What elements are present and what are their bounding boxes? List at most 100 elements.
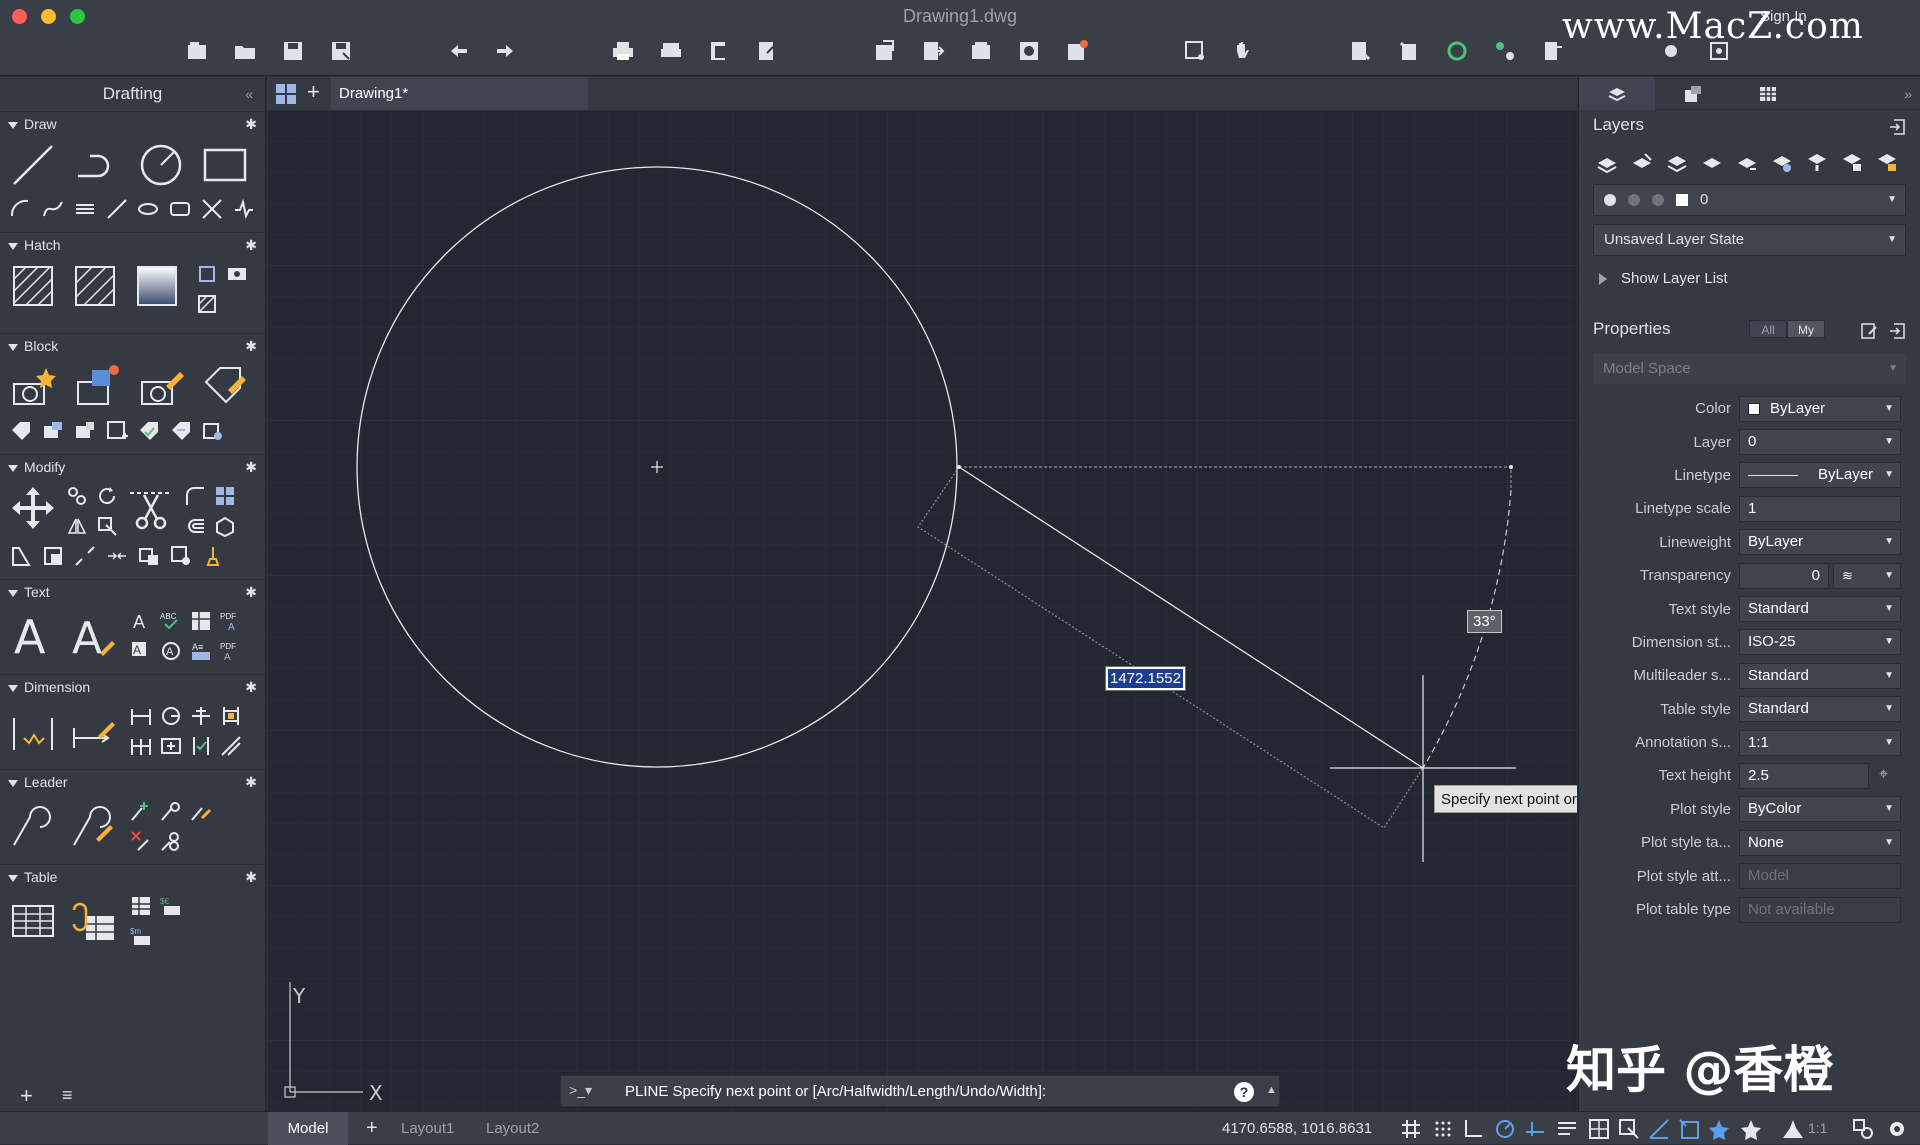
edit-polyline-icon[interactable]: [168, 543, 194, 569]
gradient-tool-icon[interactable]: [132, 261, 182, 311]
mirror-tool-icon[interactable]: [64, 513, 90, 539]
edit-block-icon[interactable]: [136, 362, 186, 412]
gear-icon[interactable]: ✱: [245, 865, 257, 889]
rectangle-tool-icon[interactable]: [200, 140, 250, 190]
data-link-icon[interactable]: [68, 896, 118, 946]
edit-properties-icon[interactable]: [1860, 320, 1878, 339]
make-current-layer-icon[interactable]: [1628, 150, 1656, 174]
lineweight-toggle-icon[interactable]: [1556, 1118, 1578, 1140]
break-tool-icon[interactable]: [72, 543, 98, 569]
group-icon[interactable]: [1490, 36, 1520, 66]
pop-out-icon[interactable]: [1888, 320, 1906, 339]
explode-tool-icon[interactable]: [136, 543, 162, 569]
plot-style-dropdown[interactable]: ByColor ▼: [1739, 796, 1901, 823]
ordinate-dimension-icon[interactable]: [188, 703, 214, 729]
continue-dimension-icon[interactable]: [128, 733, 154, 759]
spell-check-icon[interactable]: ABC: [158, 608, 184, 634]
dynamic-ucs-icon[interactable]: [1648, 1118, 1670, 1140]
dimension-space-icon[interactable]: [218, 733, 244, 759]
polar-tracking-icon[interactable]: [1494, 1118, 1516, 1140]
arc-tool-icon[interactable]: [8, 196, 34, 222]
circle-tool-icon[interactable]: [136, 140, 186, 190]
base-point-icon[interactable]: [104, 418, 130, 444]
remove-leader-icon[interactable]: [128, 828, 154, 854]
filter-my-button[interactable]: My: [1787, 320, 1825, 338]
dynamic-angle-label[interactable]: 33°: [1467, 610, 1502, 633]
wipeout-tool-icon[interactable]: [224, 261, 250, 287]
layer-unlock-icon[interactable]: [1873, 150, 1901, 174]
revcloud-tool-icon[interactable]: [231, 196, 257, 222]
annotation-visibility-icon[interactable]: [1708, 1118, 1730, 1140]
settings-gear-icon[interactable]: [1886, 1118, 1908, 1140]
hatch-boundary-icon[interactable]: [70, 261, 120, 311]
object-snap-tracking-icon[interactable]: [1524, 1118, 1546, 1140]
tab-properties[interactable]: [1579, 77, 1655, 110]
dynamic-input-icon[interactable]: [1678, 1118, 1700, 1140]
page-setup-button[interactable]: [704, 36, 734, 66]
lengthen-tool-icon[interactable]: [40, 543, 66, 569]
gear-icon[interactable]: ✱: [245, 334, 257, 358]
dimension-style-dropdown[interactable]: ISO-25 ▼: [1739, 629, 1901, 656]
section-header-leader[interactable]: Leader ✱: [0, 770, 265, 794]
pdf-import-text-icon[interactable]: PDF A: [218, 608, 244, 634]
layer-lock-icon[interactable]: [1838, 150, 1866, 174]
radius-dimension-icon[interactable]: [158, 703, 184, 729]
polygon-tool-icon[interactable]: [167, 196, 193, 222]
layer-properties-icon[interactable]: [1593, 150, 1621, 174]
import-button[interactable]: [870, 36, 900, 66]
transparency-toggle-icon[interactable]: [1588, 1118, 1610, 1140]
array-tool-icon[interactable]: [212, 483, 238, 509]
xline-tool-icon[interactable]: [199, 196, 225, 222]
pop-out-icon[interactable]: [1888, 116, 1906, 135]
linear-dimension-icon[interactable]: [128, 703, 154, 729]
transparency-slider[interactable]: 0: [1739, 562, 1829, 589]
hatch-tool-icon[interactable]: [8, 261, 58, 311]
multiline-tool-icon[interactable]: [72, 196, 98, 222]
annotation-scale-dropdown[interactable]: 1:1: [1808, 1120, 1827, 1136]
center-mark-icon[interactable]: [158, 733, 184, 759]
define-attribute-icon[interactable]: [8, 418, 34, 444]
gear-icon[interactable]: ✱: [245, 580, 257, 604]
region-tool-icon[interactable]: [194, 291, 220, 317]
save-as-button[interactable]: [326, 36, 356, 66]
dynamic-length-input[interactable]: 1472.1552: [1105, 666, 1186, 691]
insert-block-icon[interactable]: [72, 362, 122, 412]
section-header-hatch[interactable]: Hatch ✱: [0, 233, 265, 257]
linetype-dropdown[interactable]: ByLayer ▼: [1739, 462, 1901, 489]
pick-point-icon[interactable]: ⌖: [1879, 766, 1888, 784]
text-style-dropdown[interactable]: Standard ▼: [1739, 596, 1901, 623]
boundary-tool-icon[interactable]: [194, 261, 220, 287]
polyline-segment[interactable]: [958, 466, 1424, 769]
export-button[interactable]: [918, 36, 948, 66]
batch-plot-button[interactable]: [656, 36, 686, 66]
print-button[interactable]: [608, 36, 638, 66]
multileader-icon[interactable]: [8, 801, 58, 851]
command-history-icon[interactable]: ▲: [1266, 1084, 1277, 1096]
current-layer-dropdown[interactable]: 0 ▼: [1593, 184, 1906, 216]
tab-drawing1[interactable]: Drawing1*: [331, 77, 588, 110]
space-dropdown[interactable]: Model Space ▼: [1593, 354, 1906, 384]
attribute-edit-icon[interactable]: [136, 418, 162, 444]
xref-button[interactable]: [1014, 36, 1044, 66]
layer-isolate-icon[interactable]: [1733, 150, 1761, 174]
linetype-scale-input[interactable]: 1: [1739, 495, 1901, 522]
transparency-mode-dropdown[interactable]: ≋ ▼: [1833, 562, 1901, 589]
copy-tool-icon[interactable]: [64, 483, 90, 509]
table-style-icon[interactable]: [128, 893, 154, 919]
layer-match-icon[interactable]: [1663, 150, 1691, 174]
layer-freeze-icon[interactable]: [1768, 150, 1796, 174]
text-mask-icon[interactable]: A≡: [188, 638, 214, 664]
drawing-canvas[interactable]: Y X 1472.1552 33° Specify next point or …: [267, 110, 1577, 1111]
show-layer-list-toggle[interactable]: Show Layer List: [1579, 264, 1920, 294]
text-align-icon[interactable]: A: [158, 638, 184, 664]
attribute-icon[interactable]: [200, 362, 250, 412]
new-tab-button[interactable]: +: [307, 79, 320, 105]
text-style-icon[interactable]: A: [128, 608, 154, 634]
palette-list-icon[interactable]: ≡: [62, 1085, 73, 1106]
layer-state-dropdown[interactable]: Unsaved Layer State ▼: [1593, 224, 1906, 256]
workspace-switch-icon[interactable]: [1852, 1118, 1874, 1140]
color-dropdown[interactable]: ByLayer ▼: [1739, 395, 1901, 422]
help-icon[interactable]: ?: [1234, 1082, 1254, 1102]
annotation-scale-icon[interactable]: [1782, 1118, 1804, 1140]
attach-button[interactable]: [966, 36, 996, 66]
